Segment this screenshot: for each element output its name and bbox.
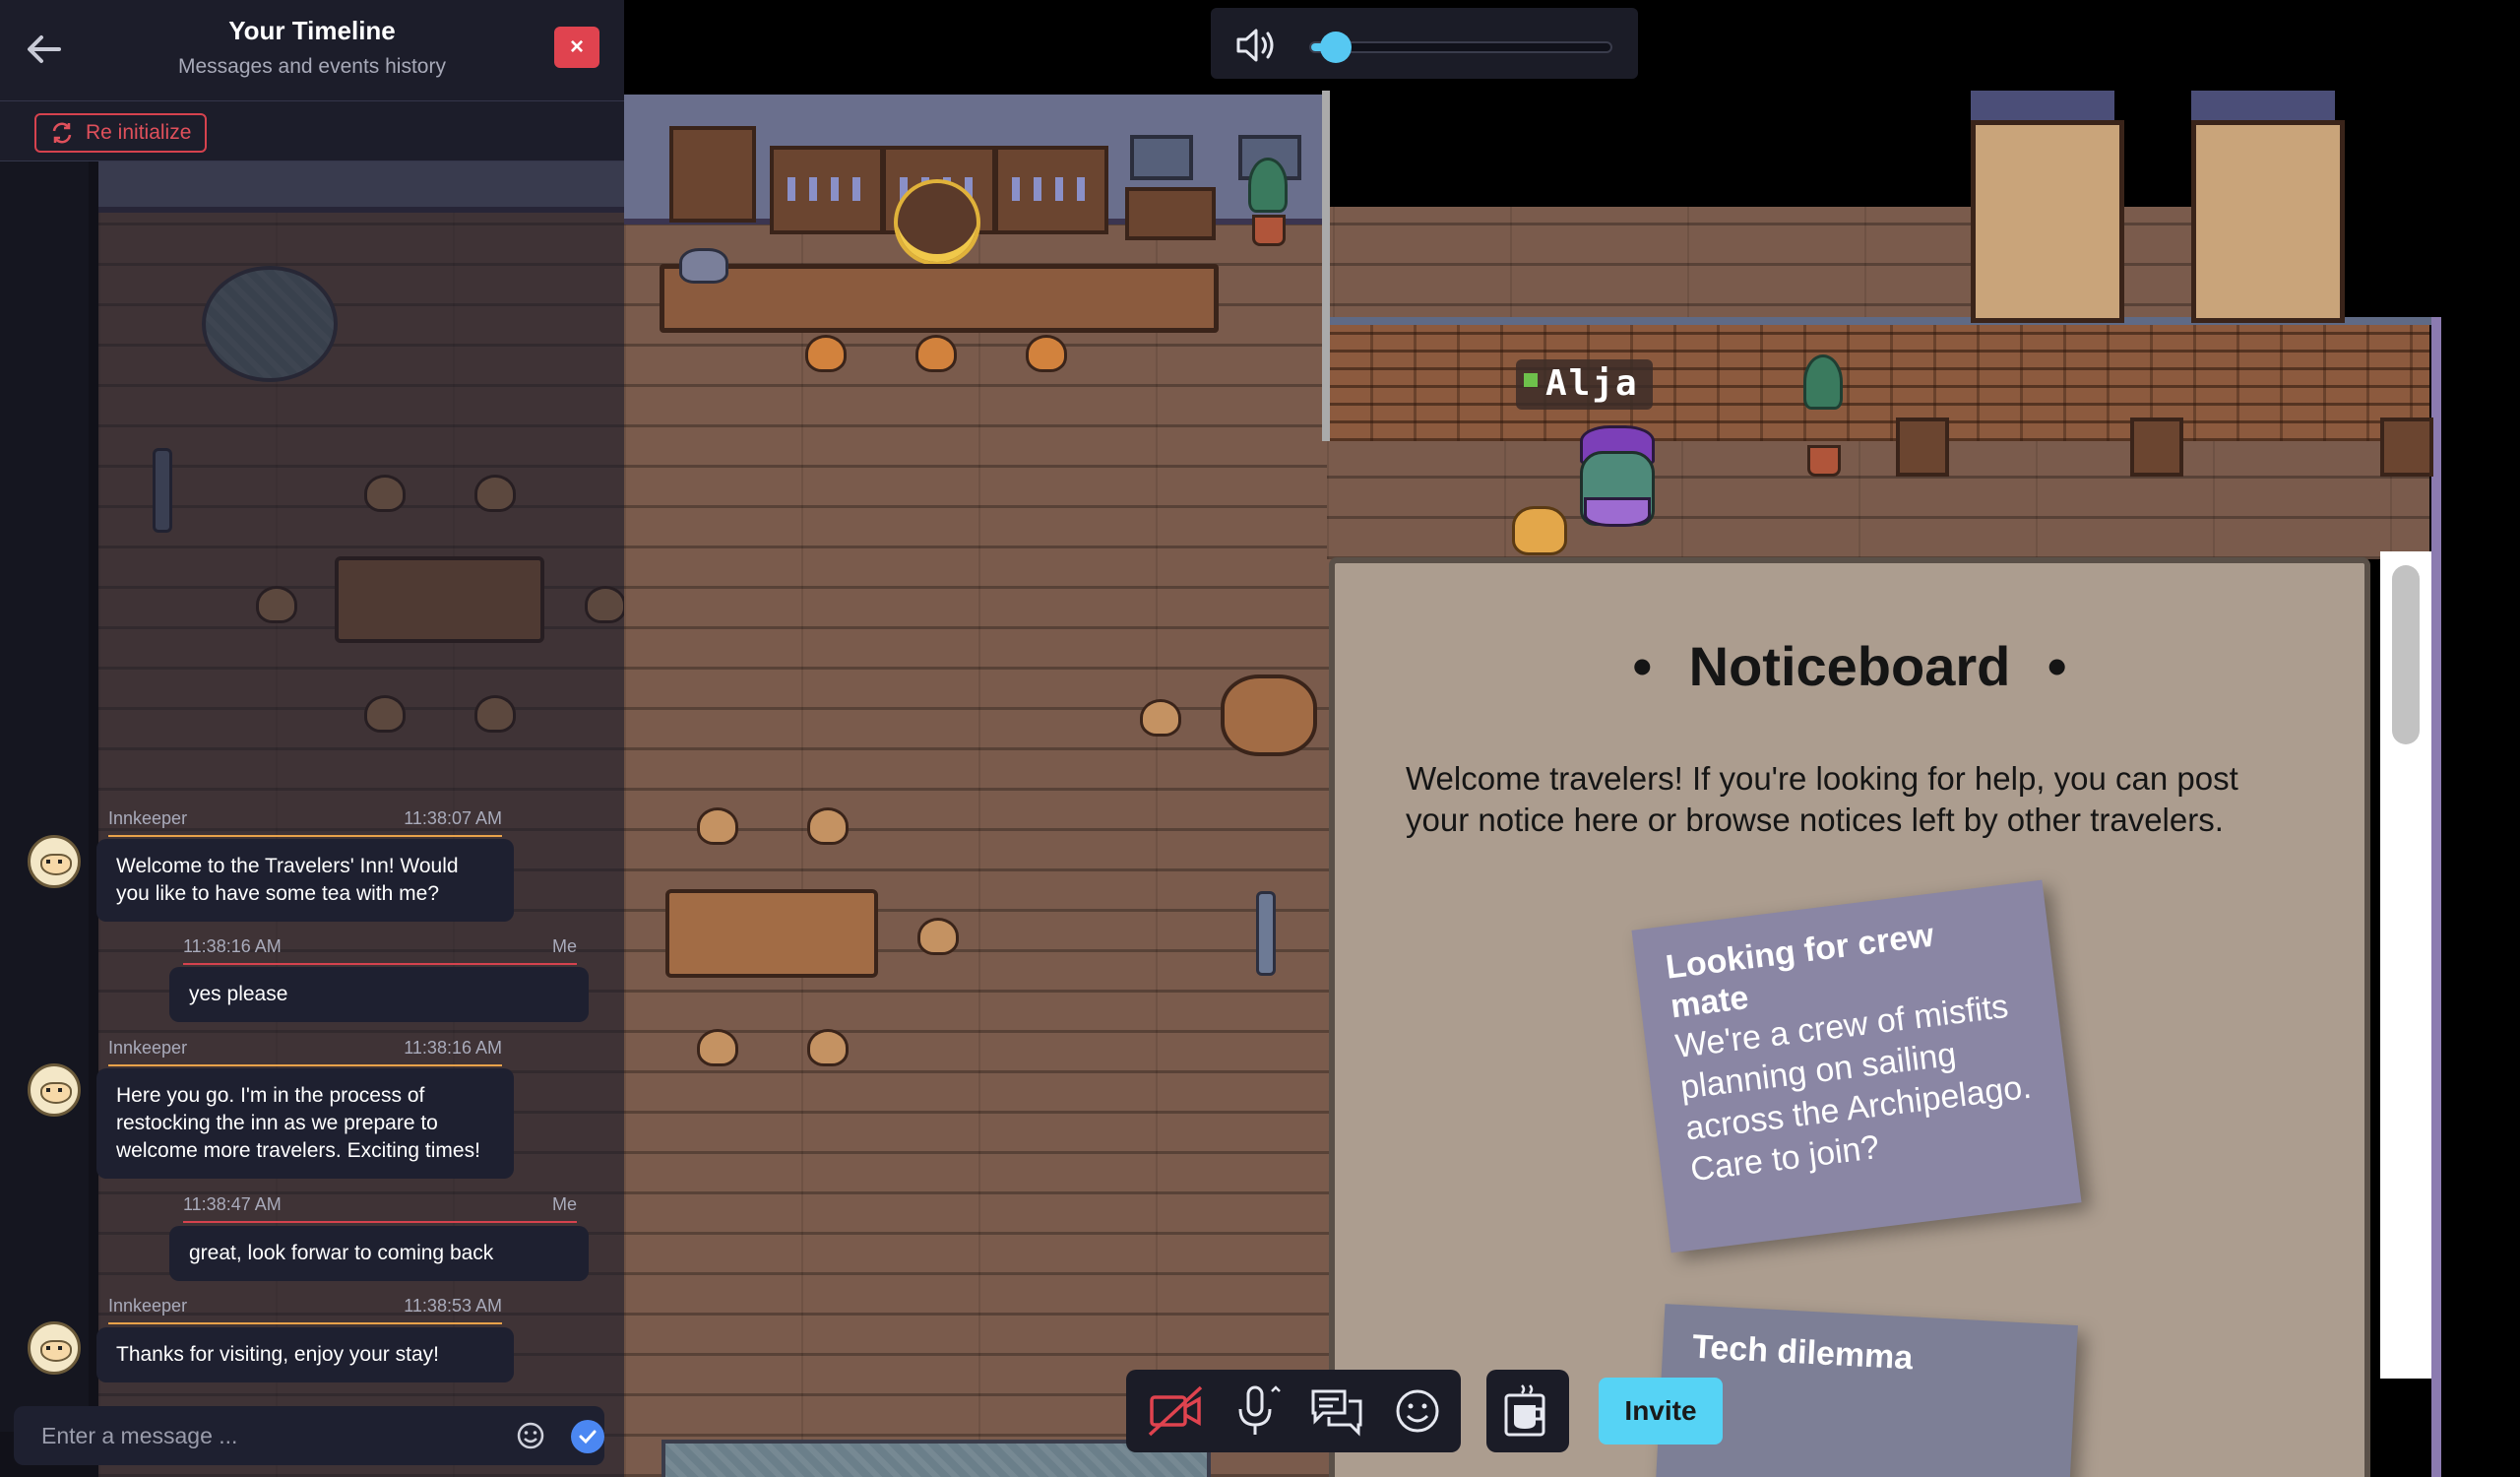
corridor-floor [1327, 441, 2429, 559]
noticeboard-scrollbar[interactable] [2380, 551, 2431, 1379]
notice-title: Tech dilemma [1691, 1327, 1915, 1378]
message-time: 11:38:07 AM [404, 808, 502, 828]
message-bubble: yes please [169, 967, 589, 1022]
volume-slider[interactable] [1309, 32, 1612, 63]
message-divider [183, 1221, 577, 1223]
reinitialize-button[interactable]: Re initialize [34, 113, 208, 153]
chat-icon[interactable] [1305, 1380, 1368, 1443]
noticeboard-title: • Noticeboard • [1335, 634, 2364, 698]
innkeeper-avatar [28, 1063, 81, 1117]
table-stool [807, 1029, 849, 1066]
message-sender: Innkeeper [108, 1296, 188, 1316]
message-time: 11:38:16 AM [183, 936, 282, 956]
corridor-brick-wall [1327, 325, 2429, 441]
table-stool [807, 807, 849, 845]
message-divider [108, 1064, 502, 1066]
title-bullet: • [2047, 635, 2067, 697]
bottle-shelf [669, 126, 756, 223]
check-icon [579, 1430, 597, 1445]
shelf-glasses [788, 177, 861, 201]
long-table [665, 889, 878, 978]
table-stool [1140, 699, 1181, 737]
corridor-cabinet [1896, 417, 1949, 477]
break-controls [1486, 1370, 1569, 1452]
innkeeper-avatar [28, 1321, 81, 1375]
chat-background [0, 161, 89, 1432]
message-sender: Innkeeper [108, 1038, 188, 1058]
wall-picture [1130, 135, 1193, 180]
innkeeper-avatar [28, 835, 81, 888]
reinit-bar: Re initialize [0, 101, 624, 161]
message-time: 11:38:53 AM [404, 1296, 502, 1316]
phone-booth-roof [2191, 91, 2335, 120]
notice-card[interactable]: Looking for crew mate We're a crew of mi… [1631, 879, 2082, 1253]
player-skirt [1584, 497, 1651, 527]
corridor-cabinet [2130, 417, 2183, 477]
corridor-cabinet [2380, 417, 2433, 477]
table-stool [917, 918, 959, 955]
timeline-header: Your Timeline Messages and events histor… [0, 0, 624, 101]
volume-control [1211, 8, 1638, 79]
message-bubble: Welcome to the Travelers' Inn! Would you… [96, 839, 514, 922]
media-controls [1126, 1370, 1461, 1452]
refresh-icon [52, 122, 72, 144]
timeline-title: Your Timeline [228, 16, 396, 45]
message-sender: Innkeeper [108, 808, 188, 828]
plant-icon [1248, 158, 1288, 213]
camera-off-icon[interactable] [1144, 1380, 1207, 1443]
phone-booth[interactable] [2191, 120, 2345, 323]
plant-icon [1803, 354, 1843, 410]
phone-booth-roof [1971, 91, 2114, 120]
timeline-subtitle: Messages and events history [178, 55, 446, 78]
reinitialize-label: Re initialize [86, 121, 192, 144]
message-bubble: great, look forwar to coming back [169, 1226, 589, 1281]
bar-stool [805, 335, 847, 372]
noticeboard-heading: Noticeboard [1688, 635, 2011, 697]
message-sender: Me [551, 936, 577, 956]
plant-pot [1252, 215, 1286, 246]
speaker-icon[interactable] [1234, 26, 1278, 65]
shelf-glasses [1012, 177, 1086, 201]
innkeeper-character[interactable] [894, 179, 980, 266]
scroll-thumb[interactable] [2392, 565, 2420, 744]
wall-edge [1322, 91, 1330, 441]
message-composer [14, 1406, 604, 1465]
emoji-icon[interactable] [514, 1419, 547, 1452]
message-divider [183, 963, 577, 965]
close-button[interactable]: × [554, 27, 599, 68]
player-name-tag: Alja [1516, 359, 1653, 410]
round-table [1221, 674, 1317, 756]
emoji-icon[interactable] [1386, 1380, 1449, 1443]
side-cabinet [1125, 187, 1216, 240]
plant-pot [1807, 445, 1841, 477]
table-stool [697, 1029, 738, 1066]
bar-stool [915, 335, 957, 372]
wall-edge [2431, 317, 2441, 1477]
title-bullet: • [1632, 635, 1653, 697]
bar-counter [660, 264, 1219, 333]
cat-on-counter [679, 248, 728, 284]
noticeboard-intro: Welcome travelers! If you're looking for… [1406, 760, 2238, 838]
message-bubble: Thanks for visiting, enjoy your stay! [96, 1327, 514, 1382]
message-input[interactable] [14, 1406, 514, 1465]
cat-companion [1512, 506, 1567, 555]
volume-knob[interactable] [1320, 32, 1352, 63]
coffee-icon[interactable] [1496, 1380, 1559, 1443]
message-time: 11:38:16 AM [404, 1038, 502, 1058]
message-divider [108, 1322, 502, 1324]
bar-stool [1026, 335, 1067, 372]
invite-button[interactable]: Invite [1599, 1378, 1723, 1445]
tavern-signpost [1256, 891, 1276, 976]
message-divider [108, 835, 502, 837]
table-stool [697, 807, 738, 845]
message-sender: Me [551, 1194, 577, 1214]
timeline-panel: Your Timeline Messages and events histor… [0, 0, 624, 1477]
send-button[interactable] [571, 1420, 604, 1453]
message-bubble: Here you go. I'm in the process of resto… [96, 1068, 514, 1179]
noticeboard-panel: • Noticeboard • Welcome travelers! If yo… [1329, 557, 2370, 1477]
phone-booth[interactable] [1971, 120, 2124, 323]
microphone-icon[interactable] [1225, 1380, 1288, 1443]
message-time: 11:38:47 AM [183, 1194, 282, 1214]
